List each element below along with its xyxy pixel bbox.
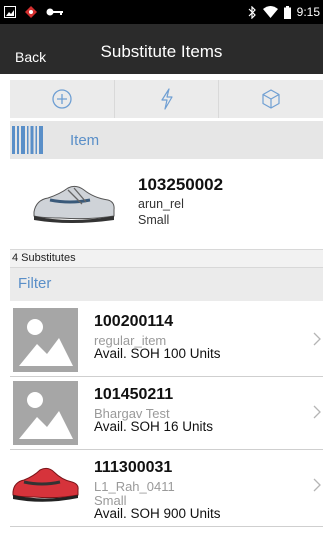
plus-circle-icon (52, 89, 72, 109)
main-item-number: 103250002 (138, 175, 224, 194)
shoe-image (33, 185, 115, 223)
key-icon (46, 8, 63, 16)
page-title: Substitute Items (100, 42, 223, 61)
main-item: 103250002 arun_rel Small (10, 160, 323, 248)
app-notification-icon (25, 6, 37, 18)
chevron-right-icon (313, 332, 321, 346)
status-time: 9:15 (296, 5, 320, 19)
placeholder-image-icon (13, 308, 78, 372)
substitutes-list: 100200114 regular_item Avail. SOH 100 Un… (10, 304, 323, 527)
substitutes-count-bar: 4 Substitutes (10, 249, 323, 268)
item-soh: Avail. SOH 16 Units (94, 419, 214, 434)
package-button[interactable] (219, 80, 323, 118)
chevron-right-icon (313, 478, 321, 492)
action-toolbar (10, 80, 323, 118)
filter-label: Filter (18, 275, 52, 292)
bluetooth-off-icon (248, 5, 256, 19)
status-bar: 9:15 (0, 0, 323, 24)
photo-notification-icon (4, 6, 16, 18)
list-item[interactable]: 100200114 regular_item Avail. SOH 100 Un… (10, 304, 323, 377)
cube-icon (262, 89, 280, 109)
lightning-icon (160, 88, 173, 110)
filter-button[interactable]: Filter (10, 268, 323, 301)
substitutes-count: 4 Substitutes (12, 252, 76, 264)
wifi-icon (262, 6, 278, 18)
barcode-icon (12, 126, 43, 154)
battery-icon (283, 5, 291, 19)
status-right-icons: 9:15 (247, 5, 320, 19)
chevron-right-icon (313, 405, 321, 419)
main-item-size: Small (138, 213, 170, 227)
placeholder-image-icon (13, 381, 78, 445)
item-description: L1_Rah_0411 (94, 479, 175, 494)
list-item[interactable]: 101450211 Bhargav Test Avail. SOH 16 Uni… (10, 377, 323, 450)
shoe-image (12, 467, 79, 502)
list-item[interactable]: 111300031 L1_Rah_0411 Small Avail. SOH 9… (10, 450, 323, 527)
item-soh: Avail. SOH 900 Units (94, 506, 221, 521)
item-scan-bar[interactable]: Item (10, 121, 323, 159)
status-left-icons (4, 5, 64, 19)
add-button[interactable] (10, 80, 115, 118)
item-number: 101450211 (94, 386, 174, 403)
item-scan-label: Item (70, 132, 100, 149)
item-number: 100200114 (94, 313, 174, 330)
item-soh: Avail. SOH 100 Units (94, 346, 221, 361)
quick-action-button[interactable] (115, 80, 220, 118)
back-button[interactable]: Back (15, 49, 46, 65)
main-item-description: arun_rel (138, 197, 184, 211)
item-number: 111300031 (94, 459, 173, 476)
title-bar: Substitute Items Back (0, 24, 323, 74)
